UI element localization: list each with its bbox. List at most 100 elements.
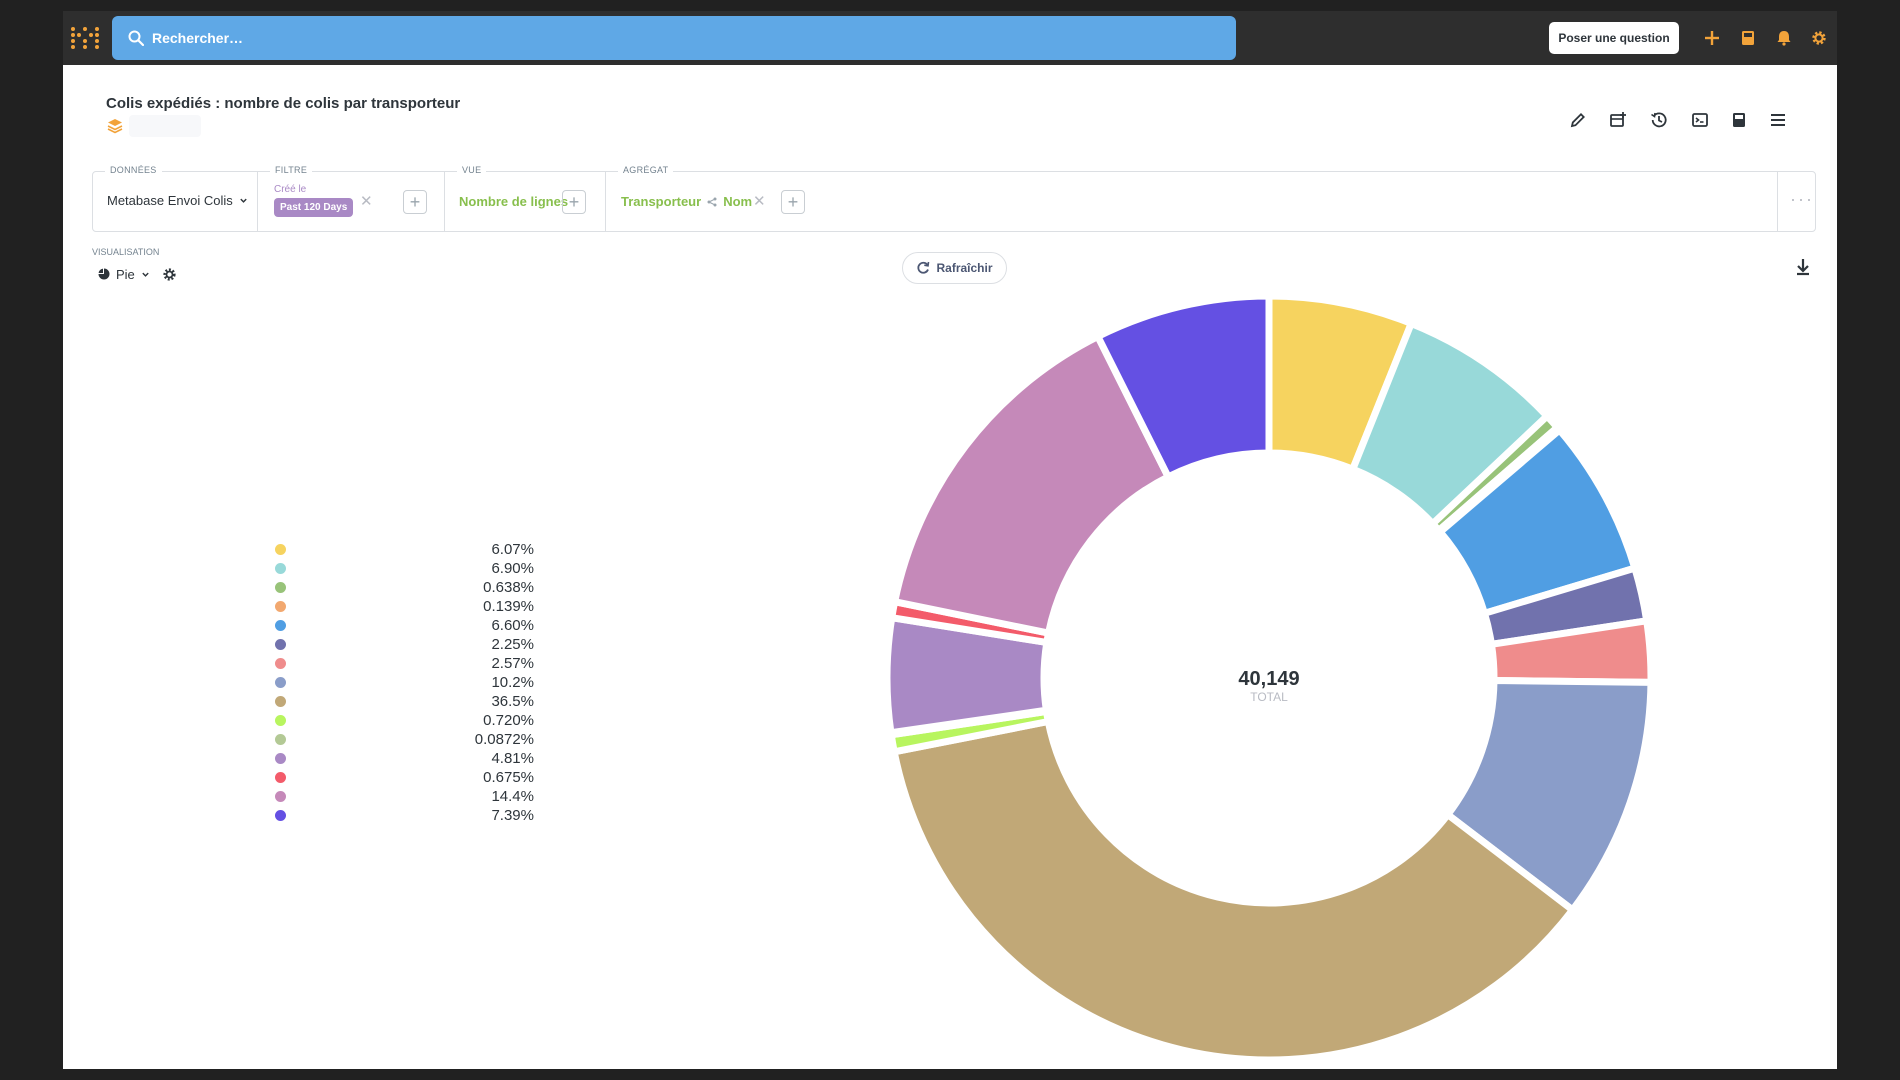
legend-percent: 6.07% (491, 541, 534, 558)
legend-percent: 14.4% (491, 788, 534, 805)
data-source-selector[interactable]: Metabase Envoi Colis (107, 193, 248, 208)
total-value: 40,149 (1238, 668, 1299, 690)
menu-icon[interactable] (1766, 108, 1790, 132)
gear-icon[interactable] (1807, 26, 1831, 50)
ask-question-button[interactable]: Poser une question (1549, 22, 1679, 54)
legend-color-dot (275, 620, 286, 631)
visualization-label: VISUALISATION (92, 247, 160, 257)
legend-item[interactable]: 7.39% (274, 806, 534, 825)
question-title[interactable]: Colis expédiés : nombre de colis par tra… (106, 95, 460, 112)
search-input[interactable]: Rechercher… (112, 16, 1236, 60)
total-label: TOTAL (1250, 690, 1288, 704)
legend-percent: 2.57% (491, 655, 534, 672)
collection-stack-icon[interactable] (107, 118, 123, 134)
more-options-button[interactable]: ··· (1790, 189, 1814, 210)
legend-item[interactable]: 0.0872% (274, 730, 534, 749)
legend-color-dot (275, 563, 286, 574)
legend-item[interactable]: 0.675% (274, 768, 534, 787)
add-metric-button[interactable]: + (562, 190, 586, 214)
connection-icon (707, 197, 717, 206)
visualization-type-picker[interactable]: Pie (98, 264, 177, 284)
pencil-icon[interactable] (1566, 108, 1590, 132)
legend-color-dot (275, 582, 286, 593)
app-window: Rechercher… Poser une question Colis exp… (63, 11, 1837, 1069)
legend-color-dot (275, 639, 286, 650)
legend-item[interactable]: 4.81% (274, 749, 534, 768)
plus-icon[interactable] (1700, 26, 1724, 50)
legend-color-dot (275, 772, 286, 783)
legend-item[interactable]: 6.90% (274, 559, 534, 578)
legend-color-dot (275, 544, 286, 555)
legend-color-dot (275, 791, 286, 802)
collection-breadcrumb[interactable] (129, 115, 201, 137)
breakout-dimension[interactable]: Transporteur Nom (621, 194, 752, 209)
legend-percent: 0.675% (483, 769, 534, 786)
visualization-type: Pie (116, 266, 135, 282)
legend-color-dot (275, 658, 286, 669)
aggregate-section: AGRÉGAT Transporteur Nom ✕ + (606, 165, 1778, 231)
bell-icon[interactable] (1772, 26, 1796, 50)
chevron-down-icon (240, 198, 247, 203)
legend-color-dot (275, 810, 286, 821)
legend-item[interactable]: 10.2% (274, 673, 534, 692)
bookmark-icon[interactable] (1727, 108, 1751, 132)
legend-percent: 36.5% (491, 693, 534, 710)
search-icon (128, 30, 144, 46)
filter-field-label: Créé le (274, 184, 307, 195)
legend-percent: 7.39% (491, 807, 534, 824)
pie-chart-icon (98, 268, 110, 280)
data-section-label: DONNÉES (105, 165, 162, 175)
top-navigation-bar: Rechercher… Poser une question (63, 11, 1837, 65)
legend-item[interactable]: 0.720% (274, 711, 534, 730)
add-filter-button[interactable]: + (403, 190, 427, 214)
filter-section-label: FILTRE (270, 165, 313, 175)
view-section-label: VUE (457, 165, 487, 175)
legend-percent: 0.0872% (474, 731, 534, 748)
query-builder-bar: DONNÉES Metabase Envoi Colis FILTRE Créé… (92, 165, 1816, 232)
view-metric[interactable]: Nombre de lignes (459, 194, 568, 209)
legend-color-dot (275, 677, 286, 688)
notebook-icon[interactable] (1736, 26, 1760, 50)
dimension-subfield: Nom (723, 194, 753, 209)
donut-chart: 40,149 TOTAL (883, 292, 1655, 1064)
dimension-label: Transporteur (621, 194, 702, 209)
legend-item[interactable]: 14.4% (274, 787, 534, 806)
legend-percent: 0.720% (483, 712, 534, 729)
legend-color-dot (275, 601, 286, 612)
add-to-dashboard-icon[interactable] (1606, 108, 1630, 132)
data-source-value: Metabase Envoi Colis (107, 193, 233, 208)
legend-percent: 4.81% (491, 750, 534, 767)
legend-color-dot (275, 715, 286, 726)
sql-icon[interactable] (1688, 108, 1712, 132)
chart-legend: 6.07% 6.90% 0.638% 0.139% 6.60% 2.25% 2.57% 10.… (274, 540, 534, 825)
legend-item[interactable]: 0.139% (274, 597, 534, 616)
search-placeholder: Rechercher… (152, 30, 244, 46)
legend-item[interactable]: 2.57% (274, 654, 534, 673)
history-icon[interactable] (1647, 108, 1671, 132)
legend-percent: 10.2% (491, 674, 534, 691)
legend-color-dot (275, 734, 286, 745)
remove-breakout-close-icon[interactable]: ✕ (753, 192, 766, 210)
download-icon[interactable] (1793, 257, 1813, 277)
metabase-logo-icon[interactable] (68, 21, 102, 55)
chevron-down-icon (142, 272, 149, 277)
data-section: DONNÉES Metabase Envoi Colis (93, 165, 258, 231)
filter-value-pill[interactable]: Past 120 Days (274, 198, 354, 217)
legend-percent: 6.60% (491, 617, 534, 634)
remove-filter-close-icon[interactable]: ✕ (360, 192, 373, 210)
legend-item[interactable]: 2.25% (274, 635, 534, 654)
view-section: VUE Nombre de lignes + (445, 165, 606, 231)
aggregate-section-label: AGRÉGAT (618, 165, 674, 175)
filter-section: FILTRE Créé le Past 120 Days ✕ + (258, 165, 445, 231)
legend-item[interactable]: 6.60% (274, 616, 534, 635)
legend-color-dot (275, 696, 286, 707)
legend-percent: 0.638% (483, 579, 534, 596)
legend-item[interactable]: 36.5% (274, 692, 534, 711)
add-breakout-button[interactable]: + (781, 190, 805, 214)
legend-item[interactable]: 0.638% (274, 578, 534, 597)
gear-icon[interactable] (162, 267, 177, 282)
legend-percent: 2.25% (491, 636, 534, 653)
legend-percent: 0.139% (483, 598, 534, 615)
legend-color-dot (275, 753, 286, 764)
legend-item[interactable]: 6.07% (274, 540, 534, 559)
